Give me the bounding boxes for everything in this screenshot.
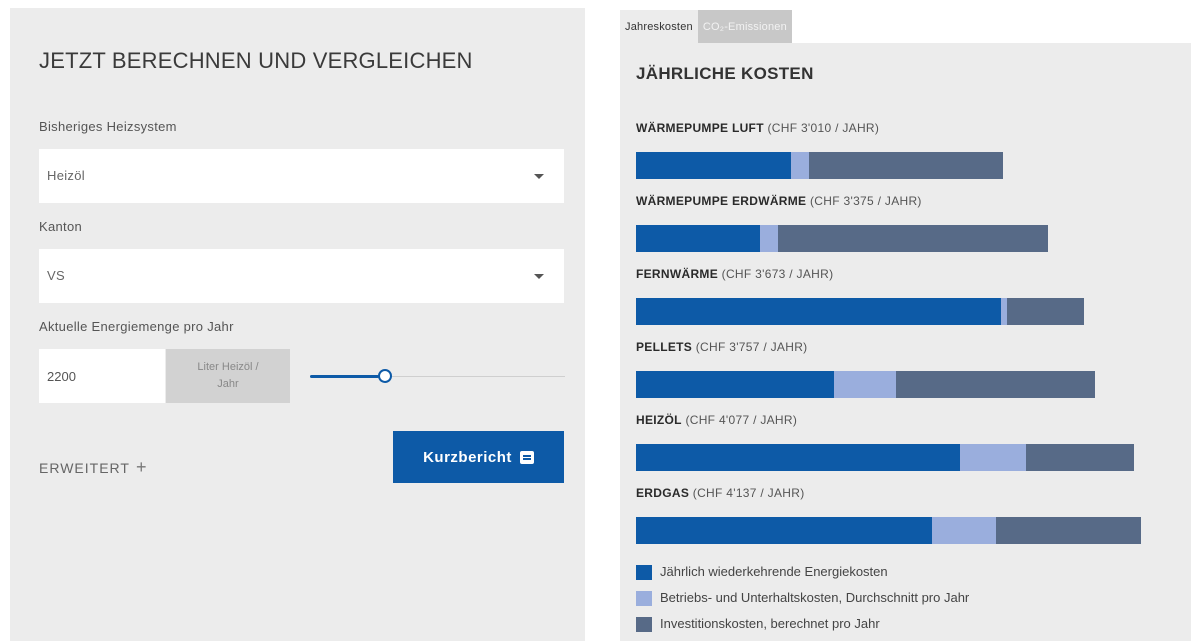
bar-segment-energy: [636, 371, 834, 398]
legend-text: Jährlich wiederkehrende Energiekosten: [660, 564, 888, 579]
bar-segment-energy: [636, 225, 761, 252]
report-icon: [519, 450, 534, 464]
bar-segment-investment: [1026, 444, 1134, 471]
costs-title: JÄHRLICHE KOSTEN: [636, 64, 814, 83]
bar-label-name: HEIZÖL: [636, 413, 682, 427]
legend-swatch: [636, 617, 652, 632]
legend-swatch: [636, 565, 652, 580]
chevron-down-icon: [534, 274, 544, 279]
energy-unit-line1: Liter Heizöl /: [197, 361, 259, 373]
bar-label-cost: (CHF 4'137 / JAHR): [692, 486, 805, 500]
heating-system-value: Heizöl: [47, 168, 85, 183]
bar-segment-operating: [959, 444, 1026, 471]
bar-label: ERDGAS (CHF 4'137 / JAHR): [636, 486, 805, 500]
canton-label: Kanton: [39, 219, 83, 234]
slider-track-fill: [310, 375, 379, 378]
bar-segment-energy: [636, 517, 933, 544]
legend-text: Investitionskosten, berechnet pro Jahr: [660, 616, 880, 631]
bar-label: FERNWÄRME (CHF 3'673 / JAHR): [636, 267, 833, 281]
bar-label: PELLETS (CHF 3'757 / JAHR): [636, 340, 807, 354]
tab-annual-costs[interactable]: Jahreskosten: [620, 10, 698, 43]
costs-panel: JÄHRLICHE KOSTEN WÄRMEPUMPE LUFT (CHF 3'…: [620, 43, 1191, 641]
canton-value: VS: [47, 268, 65, 283]
stacked-bar: [636, 517, 1141, 544]
energy-unit: Liter Heizöl / Jahr: [166, 349, 290, 403]
energy-amount-input[interactable]: [39, 349, 165, 403]
stacked-bar: [636, 152, 1004, 179]
bar-label-name: WÄRMEPUMPE ERDWÄRME: [636, 194, 807, 208]
chart-tabs: Jahreskosten CO₂-Emissionen: [620, 10, 792, 43]
bar-segment-energy: [636, 444, 960, 471]
bar-segment-investment: [1006, 298, 1085, 325]
stacked-bar: [636, 444, 1134, 471]
bar-segment-operating: [833, 371, 896, 398]
bar-label-cost: (CHF 3'010 / JAHR): [767, 121, 880, 135]
canton-select[interactable]: VS: [39, 249, 564, 303]
stacked-bar: [636, 298, 1085, 325]
bar-segment-energy: [636, 298, 1001, 325]
bar-segment-investment: [778, 225, 1048, 252]
energy-unit-line2: Jahr: [217, 378, 239, 390]
heating-system-select[interactable]: Heizöl: [39, 149, 564, 203]
bar-label-name: ERDGAS: [636, 486, 690, 500]
calculator-panel: JETZT BERECHNEN UND VERGLEICHEN Bisherig…: [10, 8, 585, 641]
stacked-bar: [636, 371, 1095, 398]
slider-track: [392, 376, 565, 377]
chevron-down-icon: [534, 174, 544, 179]
energy-amount-slider[interactable]: [310, 366, 565, 386]
bar-label-cost: (CHF 4'077 / JAHR): [685, 413, 798, 427]
bar-label-name: PELLETS: [636, 340, 693, 354]
legend-text: Betriebs- und Unterhaltskosten, Durchsch…: [660, 590, 970, 605]
stacked-bar: [636, 225, 1048, 252]
tab-co2-emissions[interactable]: CO₂-Emissionen: [697, 10, 792, 43]
bar-label-name: FERNWÄRME: [636, 267, 719, 281]
bar-label-cost: (CHF 3'673 / JAHR): [721, 267, 834, 281]
bar-label-name: WÄRMEPUMPE LUFT: [636, 121, 764, 135]
heating-system-label: Bisheriges Heizsystem: [39, 119, 177, 134]
bar-segment-investment: [808, 152, 1004, 179]
bar-label-cost: (CHF 3'757 / JAHR): [695, 340, 808, 354]
bar-segment-investment: [996, 517, 1141, 544]
short-report-label: Kurzbericht: [423, 448, 512, 466]
short-report-button[interactable]: Kurzbericht: [393, 431, 564, 483]
bar-label: WÄRMEPUMPE ERDWÄRME (CHF 3'375 / JAHR): [636, 194, 922, 208]
bar-label-cost: (CHF 3'375 / JAHR): [810, 194, 922, 208]
bar-label: HEIZÖL (CHF 4'077 / JAHR): [636, 413, 797, 427]
advanced-label: ERWEITERT: [39, 460, 130, 476]
bar-segment-investment: [895, 371, 1095, 398]
plus-icon: +: [135, 457, 148, 477]
slider-handle[interactable]: [378, 369, 392, 383]
calculator-title: JETZT BERECHNEN UND VERGLEICHEN: [39, 48, 473, 73]
bar-label: WÄRMEPUMPE LUFT (CHF 3'010 / JAHR): [636, 121, 879, 135]
advanced-toggle[interactable]: ERWEITERT +: [39, 457, 147, 478]
bar-segment-operating: [791, 152, 809, 179]
energy-amount-label: Aktuelle Energiemenge pro Jahr: [39, 319, 234, 334]
bar-segment-operating: [760, 225, 779, 252]
bar-segment-energy: [636, 152, 792, 179]
legend-swatch: [636, 591, 652, 606]
bar-segment-operating: [932, 517, 997, 544]
